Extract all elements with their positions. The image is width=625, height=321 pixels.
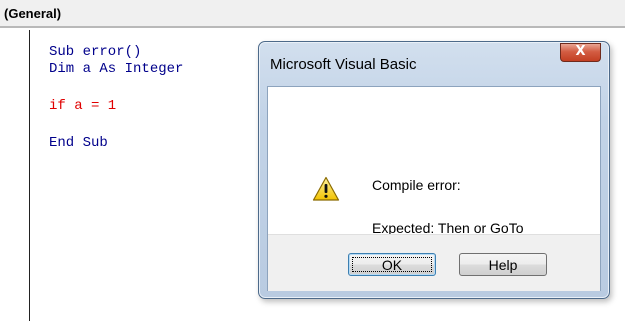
object-dropdown[interactable]: (General) <box>0 0 625 28</box>
error-message-title: Compile error: <box>372 177 461 193</box>
object-dropdown-label: (General) <box>4 6 62 21</box>
dialog-body: Compile error: Expected: Then or GoTo OK… <box>267 86 601 291</box>
code-line[interactable]: Sub error() <box>49 44 141 61</box>
warning-icon <box>312 176 340 201</box>
ok-button[interactable]: OK <box>348 253 436 276</box>
dialog-title: Microsoft Visual Basic <box>270 56 417 73</box>
margin-indicator-bar <box>29 30 30 321</box>
dialog-button-bar: OK Help <box>268 234 600 291</box>
close-button[interactable]: X <box>560 43 601 62</box>
code-line-error[interactable]: if a = 1 <box>49 98 116 115</box>
code-line[interactable]: End Sub <box>49 135 108 152</box>
help-button[interactable]: Help <box>459 253 547 276</box>
code-line[interactable]: Dim a As Integer <box>49 61 183 78</box>
compile-error-dialog[interactable]: Microsoft Visual Basic X Compile error: … <box>258 41 610 299</box>
close-icon: X <box>575 44 586 59</box>
